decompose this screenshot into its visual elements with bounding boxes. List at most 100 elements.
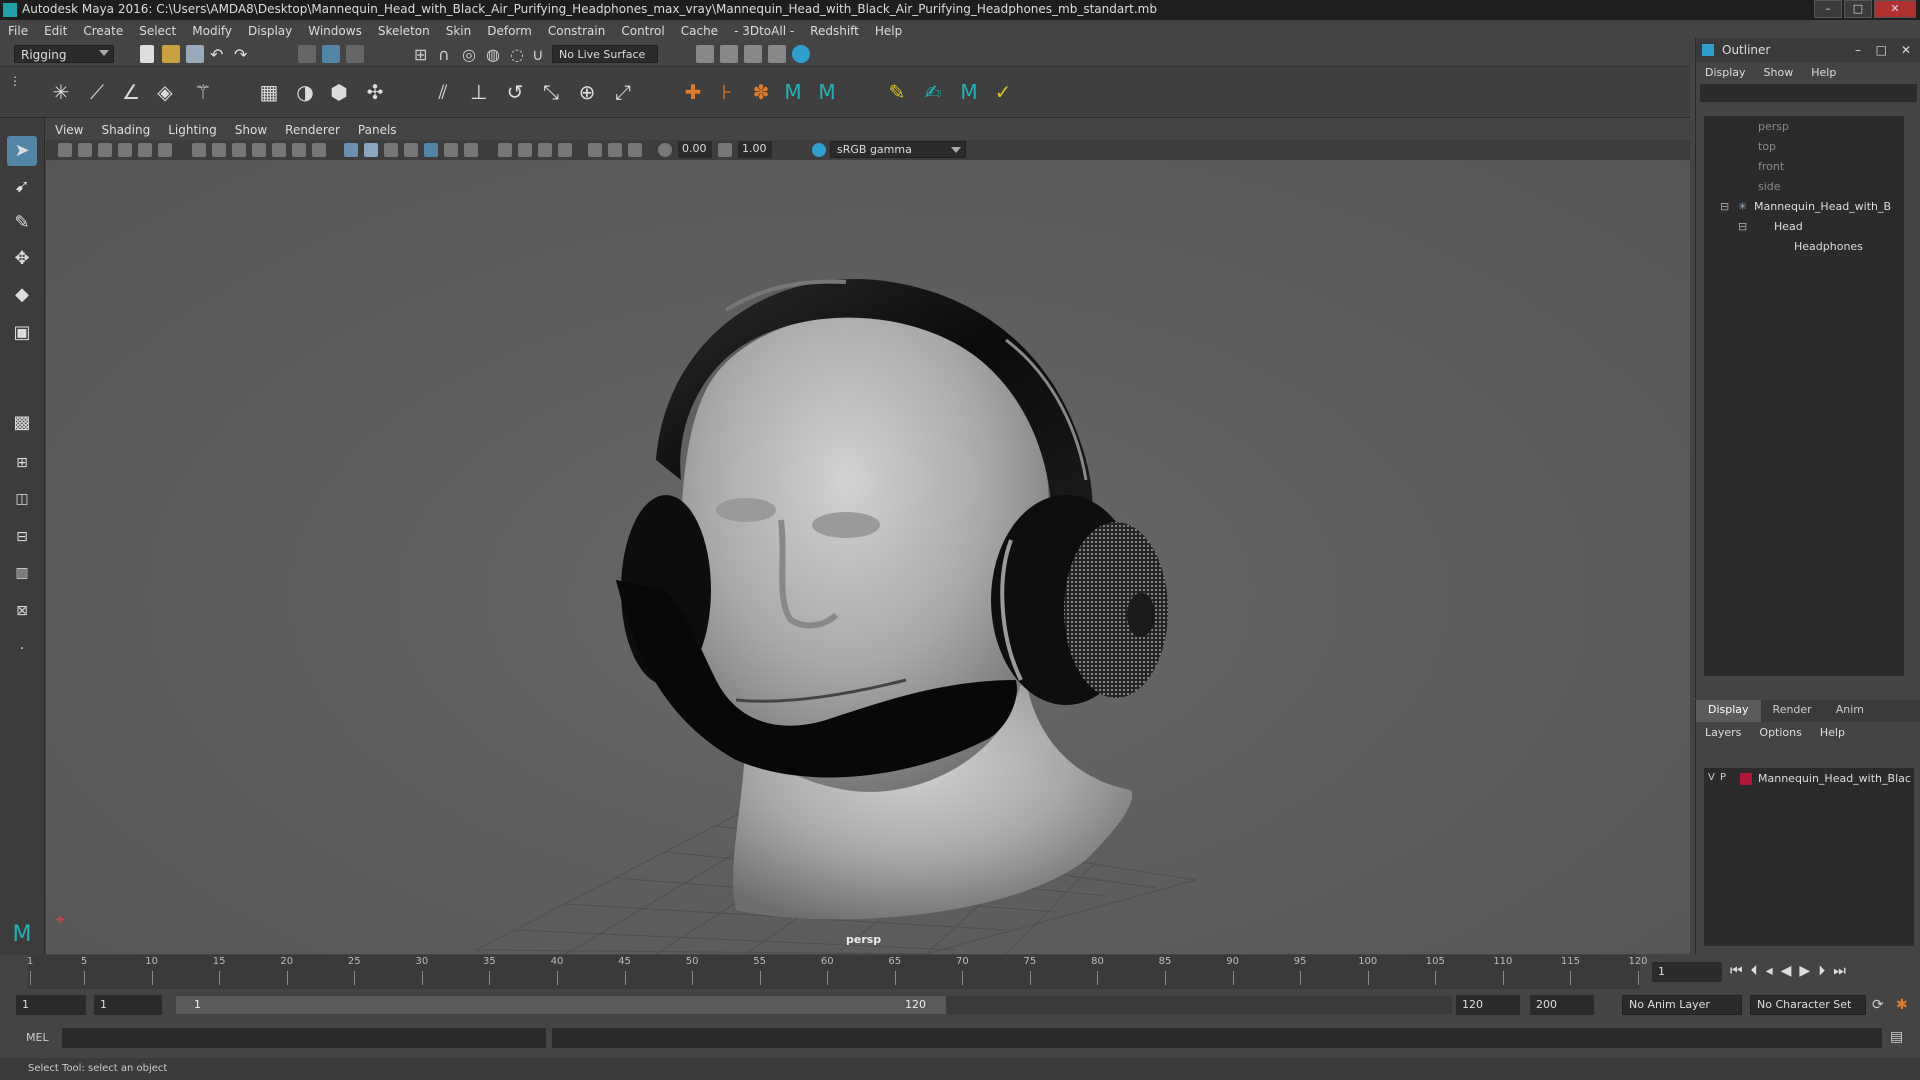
menu-select[interactable]: Select [131, 24, 184, 38]
menu-display[interactable]: Display [240, 24, 300, 38]
xray-components-icon[interactable] [628, 143, 642, 157]
safe-title-icon[interactable] [312, 143, 326, 157]
screen-space-ao-icon[interactable] [464, 143, 478, 157]
render-view-icon[interactable] [768, 45, 786, 63]
field-chart-icon[interactable] [272, 143, 286, 157]
resolution-gate-icon[interactable] [232, 143, 246, 157]
persp-graph-layout-icon[interactable]: ⊟ [7, 522, 37, 552]
select-tool-icon[interactable]: ➤ [7, 136, 37, 166]
play-back-icon[interactable]: ◀ [1781, 963, 1800, 979]
go-to-start-icon[interactable]: ⏮ [1730, 963, 1751, 979]
menu-skeleton[interactable]: Skeleton [370, 24, 438, 38]
step-back-frame-icon[interactable]: ◂ [1766, 963, 1781, 979]
panel-menu-lighting[interactable]: Lighting [159, 123, 226, 137]
depth-of-field-icon[interactable] [538, 143, 552, 157]
paint-select-icon[interactable]: ✎ [7, 208, 37, 238]
menu-control[interactable]: Control [613, 24, 672, 38]
layer-menu-help[interactable]: Help [1811, 726, 1854, 739]
playback-start-field[interactable]: 1 [94, 995, 162, 1015]
snap-live-icon[interactable]: ◌ [510, 45, 528, 64]
tab-anim[interactable]: Anim [1824, 700, 1876, 722]
isolate-select-icon[interactable] [558, 143, 572, 157]
lasso-tool-icon[interactable]: ➹ [7, 172, 37, 202]
color-management-icon[interactable] [812, 143, 826, 157]
film-gate-icon[interactable] [212, 143, 226, 157]
menu-3dtoall[interactable]: - 3DtoAll - [726, 24, 802, 38]
animation-end-field[interactable]: 200 [1530, 995, 1594, 1015]
minimize-button[interactable]: – [1814, 0, 1842, 18]
anti-aliasing-icon[interactable] [518, 143, 532, 157]
layer-name[interactable]: Mannequin_Head_with_Blac [1758, 772, 1911, 785]
textured-icon[interactable] [404, 143, 418, 157]
minimize-icon[interactable]: – [1855, 38, 1861, 62]
layer-playback-toggle[interactable]: P [1720, 772, 1726, 783]
outliner-item-persp[interactable]: persp [1758, 120, 1789, 133]
persp-outliner-layout-icon[interactable]: ◫ [7, 484, 37, 514]
hik-control-icon[interactable]: M [814, 79, 840, 105]
current-frame-field[interactable]: 1 [1652, 962, 1722, 982]
shelf-options-icon[interactable]: ⋮ [6, 75, 24, 107]
menu-skin[interactable]: Skin [438, 24, 480, 38]
outliner-item-top[interactable]: top [1758, 140, 1776, 153]
panel-menu-panels[interactable]: Panels [349, 123, 406, 137]
auto-key-icon[interactable]: ⟳ [1872, 997, 1890, 1015]
menu-cache[interactable]: Cache [673, 24, 726, 38]
open-scene-icon[interactable] [162, 45, 180, 63]
grid-icon[interactable] [192, 143, 206, 157]
bookmark-icon[interactable] [98, 143, 112, 157]
collapse-icon[interactable]: ⊟ [1720, 200, 1729, 213]
outliner-item-side[interactable]: side [1758, 180, 1781, 193]
panel-menu-renderer[interactable]: Renderer [276, 123, 349, 137]
outliner-menu-display[interactable]: Display [1696, 66, 1755, 79]
range-bar[interactable]: 1 120 [176, 996, 946, 1014]
cluster-icon[interactable]: ✣ [362, 79, 388, 105]
snap-view-plane-icon[interactable]: ◍ [486, 45, 504, 64]
four-view-layout-icon[interactable]: ⊞ [7, 448, 37, 478]
orient-constraint-icon[interactable]: ↺ [502, 79, 528, 105]
rotate-tool-icon[interactable]: ◆ [7, 280, 37, 310]
snap-magnet-icon[interactable]: ∪ [532, 45, 550, 64]
image-plane-icon[interactable] [118, 143, 132, 157]
colorspace-dropdown[interactable]: sRGB gamma [830, 141, 966, 158]
menu-help[interactable]: Help [867, 24, 910, 38]
persp-uv-layout-icon[interactable]: ⊠ [7, 596, 37, 626]
grease-pencil-icon[interactable] [158, 143, 172, 157]
2d-pan-zoom-icon[interactable] [138, 143, 152, 157]
maximize-button[interactable]: □ [1844, 0, 1872, 18]
outliner-search-field[interactable] [1700, 84, 1917, 102]
cmd-language-label[interactable]: MEL [26, 1031, 49, 1044]
tab-display[interactable]: Display [1696, 700, 1761, 722]
time-ruler[interactable]: 1 5 10 15 20 25 30 35 40 45 50 55 60 65 70 75 80 85 90 95 10… [27, 955, 1648, 989]
scale-constraint-icon[interactable]: ⤡ [538, 79, 564, 105]
render-frame-icon[interactable] [720, 45, 738, 63]
use-all-lights-icon[interactable] [424, 143, 438, 157]
xray-icon[interactable] [588, 143, 602, 157]
scale-tool-icon[interactable]: ▣ [7, 318, 37, 348]
xray-joints-icon[interactable] [608, 143, 622, 157]
panel-menu-show[interactable]: Show [226, 123, 276, 137]
orient-joint-icon[interactable]: ⚚ [190, 79, 216, 105]
pole-vector-icon[interactable]: ⤢ [610, 79, 636, 105]
aim-constraint-icon[interactable]: ⊥ [466, 79, 492, 105]
smooth-shade-icon[interactable] [364, 143, 378, 157]
outliner-menu-show[interactable]: Show [1755, 66, 1803, 79]
wireframe-icon[interactable] [344, 143, 358, 157]
menu-set-dropdown[interactable]: Rigging [14, 45, 114, 63]
camera-attributes-icon[interactable] [58, 143, 72, 157]
persp-hypershade-layout-icon[interactable]: ▥ [7, 558, 37, 588]
select-by-object-icon[interactable] [322, 45, 340, 63]
maya-m-icon[interactable]: M [956, 79, 982, 105]
ik-handle-icon[interactable]: ⟋ [84, 79, 110, 105]
panel-menu-view[interactable]: View [46, 123, 92, 137]
layer-row[interactable]: V P Mannequin_Head_with_Blac [1704, 770, 1914, 788]
menu-modify[interactable]: Modify [184, 24, 240, 38]
time-slider[interactable]: 1 5 10 15 20 25 30 35 40 45 50 55 60 65 70 75 80 85 90 95 10… [0, 955, 1920, 989]
command-input[interactable] [62, 1028, 546, 1048]
play-forward-icon[interactable]: ▶ [1799, 963, 1818, 979]
step-back-key-icon[interactable]: ⏴ [1751, 963, 1766, 979]
anim-layer-dropdown[interactable]: No Anim Layer [1622, 995, 1742, 1015]
maximize-icon[interactable]: □ [1876, 38, 1887, 62]
menu-redshift[interactable]: Redshift [802, 24, 867, 38]
animation-start-field[interactable]: 1 [16, 995, 86, 1015]
outliner-item-headphones[interactable]: Headphones [1794, 240, 1863, 253]
